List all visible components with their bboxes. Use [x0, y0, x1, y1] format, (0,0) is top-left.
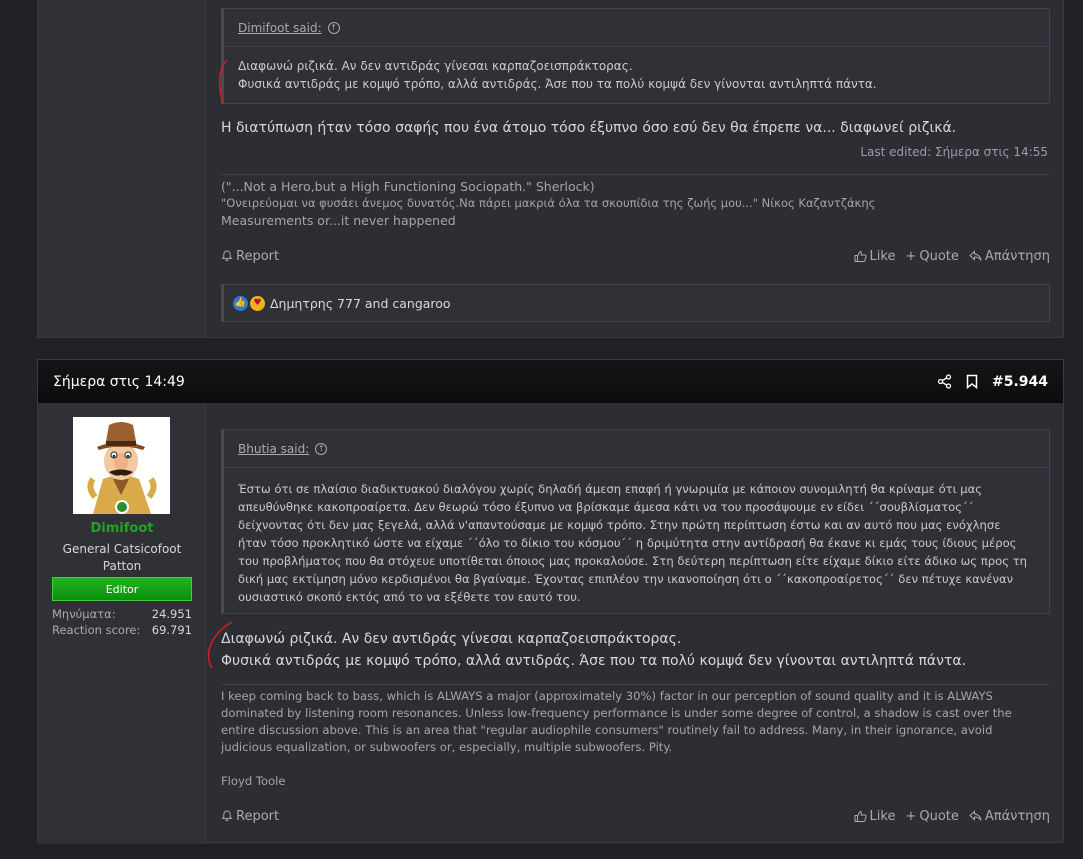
- bookmark-icon[interactable]: [966, 374, 978, 389]
- quote-line: Διαφωνώ ριζικά. Αν δεν αντιδράς γίνεσαι …: [238, 59, 633, 73]
- quote-line: ουσιαστικό σκοπό εκτός από το να εξέθετε…: [238, 590, 581, 604]
- bell-icon: [221, 250, 233, 262]
- thumbs-up-icon: [854, 250, 867, 262]
- signature-line: entire discussion above. This is an area…: [221, 723, 993, 737]
- post-text-line: Διαφωνώ ριζικά. Αν δεν αντιδράς γίνεσαι …: [221, 631, 682, 647]
- stat-messages: Μηνύματα: 24.951: [52, 607, 192, 621]
- reply-button[interactable]: Απάντηση: [969, 249, 1050, 264]
- quote-block: Dimifoot said: ↑ Διαφωνώ ριζικά. Αν δεν …: [221, 8, 1050, 104]
- post-actions: Like + Quote Απάντηση: [854, 809, 1050, 824]
- last-edited: Last edited: Σήμερα στις 14:55: [860, 145, 1048, 159]
- quote-block: Bhutia said: ↑ Έστω ότι σε πλαίσιο διαδι…: [221, 429, 1050, 614]
- quote-label: Quote: [919, 248, 959, 264]
- reply-button[interactable]: Απάντηση: [969, 809, 1050, 824]
- quote-line: Έστω ότι σε πλαίσιο διαδικτυακού διαλόγο…: [238, 482, 983, 496]
- reply-icon: [969, 810, 982, 821]
- signature-spacer: [221, 756, 1012, 773]
- report-button[interactable]: Report: [221, 809, 279, 824]
- post-footer: Report Like + Quote Απάντηση: [221, 246, 1050, 266]
- reply-label: Απάντηση: [984, 248, 1050, 264]
- quote-line: Φυσικά αντιδράς με κομψό τρόπο, αλλά αντ…: [238, 77, 877, 91]
- signature-line: I keep coming back to bass, which is ALW…: [221, 689, 993, 703]
- reactions-text[interactable]: Δημητρης 777 and cangaroo: [270, 296, 451, 311]
- stat-label: Reaction score:: [52, 623, 141, 637]
- post-actions: Like + Quote Απάντηση: [854, 249, 1050, 264]
- quote-line: δείχνοντας ότι δεν μας ξεγελά, αλλά ν'απ…: [238, 518, 1001, 532]
- quote-body: Διαφωνώ ριζικά. Αν δεν αντιδράς γίνεσαι …: [224, 47, 1049, 103]
- stat-value: 24.951: [151, 607, 192, 621]
- post-header: Σήμερα στις 14:49 #5.944: [38, 360, 1063, 403]
- quote-line: δική μας εκτίμηση μόνο κερδισμένοι θα βγ…: [238, 572, 1014, 586]
- bell-icon: [221, 810, 233, 822]
- user-column: [38, 0, 206, 337]
- quote-line: απευθύνθηκε κακοπροαίρετα. Δεν θεωρώ τόσ…: [238, 500, 974, 514]
- quote-header[interactable]: Dimifoot said: ↑: [224, 9, 1049, 47]
- post-text: Διαφωνώ ριζικά. Αν δεν αντιδράς γίνεσαι …: [221, 628, 966, 672]
- like-button[interactable]: Like: [854, 808, 896, 824]
- online-status-indicator: [115, 500, 129, 514]
- signature-line: Floyd Toole: [221, 774, 286, 788]
- stat-value: 69.791: [151, 623, 192, 637]
- signature-line: ("...Not a Hero,but a High Functioning S…: [221, 179, 595, 194]
- reply-label: Απάντηση: [984, 808, 1050, 824]
- like-label: Like: [869, 808, 896, 824]
- report-label: Report: [236, 808, 280, 824]
- reactions-bar[interactable]: 👍 ♥ Δημητρης 777 and cangaroo: [221, 284, 1050, 322]
- user-column: Dimifoot General Catsicofoot Patton Edit…: [38, 403, 206, 844]
- report-label: Report: [236, 248, 280, 264]
- post-text: Η διατύπωση ήταν τόσο σαφής που ένα άτομ…: [221, 120, 957, 136]
- quote-header[interactable]: Bhutia said: ↑: [224, 430, 1049, 468]
- quote-author-link[interactable]: Bhutia said:: [238, 442, 309, 456]
- red-annotation-mark: [207, 621, 233, 669]
- quote-line: του προβλήματος που θα στόχευε υποτίθετα…: [238, 554, 1028, 568]
- signature-line: "Ονειρεύομαι να φυσάει άνεμος δυνατός.Να…: [221, 196, 876, 210]
- post-text-line: Φυσικά αντιδράς με κομψό τρόπο, αλλά αντ…: [221, 653, 967, 669]
- like-button[interactable]: Like: [854, 248, 896, 264]
- stat-reaction-score: Reaction score: 69.791: [52, 623, 192, 637]
- plus-icon: +: [905, 808, 917, 824]
- red-annotation-mark: [218, 59, 228, 105]
- signature-divider: [221, 174, 1050, 175]
- signature-divider: [221, 684, 1050, 685]
- quote-author-link[interactable]: Dimifoot said:: [238, 21, 322, 35]
- thumbs-up-icon: [854, 810, 867, 822]
- quote-button[interactable]: + Quote: [905, 809, 958, 824]
- signature-line: dominated by listening room resonances. …: [221, 706, 1012, 720]
- quote-label: Quote: [919, 808, 959, 824]
- user-title: General Catsicofoot Patton: [62, 542, 182, 573]
- post-date[interactable]: Σήμερα στις 14:49: [53, 374, 185, 390]
- signature-line: judicious equalization, or subwoofers or…: [221, 740, 673, 754]
- love-reaction-icon: ♥: [250, 295, 265, 311]
- user-badge: Editor: [52, 577, 192, 601]
- share-icon[interactable]: [937, 374, 952, 389]
- like-label: Like: [869, 248, 896, 264]
- stat-label: Μηνύματα:: [52, 607, 116, 621]
- quote-line: ήταν τόσο προκλητικό ώστε να είχαμε ΄΄όλ…: [238, 536, 1017, 550]
- jump-to-quote-icon[interactable]: ↑: [315, 442, 328, 455]
- signature: ("...Not a Hero,but a High Functioning S…: [221, 178, 875, 229]
- main-post: Σήμερα στις 14:49 #5.944 Dimifoot Genera…: [37, 359, 1064, 844]
- post-footer: Report Like + Quote Απάντηση: [221, 806, 1050, 826]
- post-number[interactable]: #5.944: [992, 374, 1048, 390]
- previous-post: Dimifoot said: ↑ Διαφωνώ ριζικά. Αν δεν …: [37, 0, 1064, 338]
- signature: I keep coming back to bass, which is ALW…: [221, 688, 1012, 790]
- like-reaction-icon: 👍: [233, 295, 248, 311]
- signature-line: Measurements or...it never happened: [221, 213, 456, 228]
- report-button[interactable]: Report: [221, 249, 279, 264]
- plus-icon: +: [905, 248, 917, 264]
- jump-to-quote-icon[interactable]: ↑: [327, 21, 340, 34]
- reply-icon: [969, 250, 982, 261]
- quote-body: Έστω ότι σε πλαίσιο διαδικτυακού διαλόγο…: [224, 468, 1049, 616]
- quote-button[interactable]: + Quote: [905, 249, 958, 264]
- username[interactable]: Dimifoot: [38, 521, 206, 536]
